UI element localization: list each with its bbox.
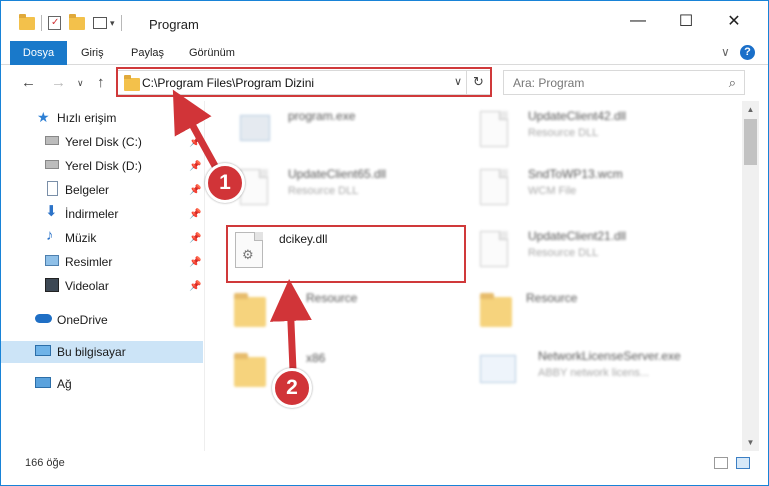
annotation-arrows xyxy=(172,89,312,374)
arrow-to-file xyxy=(269,279,312,374)
step-1-badge: 1 xyxy=(205,163,245,203)
step-2-badge: 2 xyxy=(272,368,312,408)
